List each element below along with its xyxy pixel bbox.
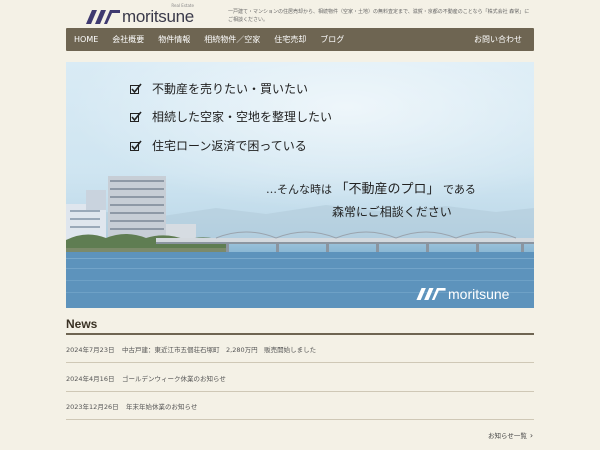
hero-tagline-highlight: 「不動産のプロ」 (335, 182, 440, 197)
hero-tagline-prefix: …そんな時は (266, 183, 332, 196)
nav-item-properties[interactable]: 物件情報 (151, 34, 197, 45)
checkbox-icon (130, 139, 142, 151)
nav-item-company[interactable]: 会社概要 (105, 34, 151, 45)
news-more-link[interactable]: お知らせ一覧 › (488, 430, 534, 441)
news-item[interactable]: 2024年4月16日 ゴールデンウィーク休業のお知らせ (66, 364, 534, 392)
hero-check-item-2: 相続した空家・空地を整理したい (130, 108, 332, 125)
logo-mark-icon (86, 10, 120, 24)
hero-check-text: 相続した空家・空地を整理したい (152, 110, 333, 124)
site-logo[interactable]: moritsune Real Estate (86, 3, 194, 26)
news-item[interactable]: 2023年12月26日 年末年始休業のお知らせ (66, 392, 534, 420)
logo-subtext: Real Estate (171, 3, 194, 8)
news-title[interactable]: 年末年始休業のお知らせ (126, 401, 197, 411)
nav-item-home-sale[interactable]: 住宅売却 (267, 34, 313, 45)
main-nav: HOME 会社概要 物件情報 相続物件／空家 住宅売却 ブログ お問い合わせ (66, 28, 534, 51)
news-date: 2024年7月23日 (66, 345, 115, 354)
checkbox-icon (130, 82, 142, 94)
hero-check-text: 住宅ローン返済で困っている (152, 139, 307, 153)
nav-item-inherited[interactable]: 相続物件／空家 (197, 34, 267, 45)
checkbox-icon (130, 110, 142, 122)
site-header: moritsune Real Estate 一戸建て・マンションの住居売却から、… (66, 3, 534, 28)
logo-text: moritsune (122, 7, 194, 26)
chevron-right-icon: › (529, 430, 534, 440)
news-more-label: お知らせ一覧 (488, 432, 527, 440)
hero-banner: 不動産を売りたい・買いたい 相続した空家・空地を整理したい 住宅ローン返済で困っ… (66, 62, 534, 308)
hero-tagline: …そんな時は 「不動産のプロ」 である (266, 178, 476, 197)
hero-tagline-suffix: である (443, 183, 476, 196)
news-heading: News (66, 317, 98, 331)
news-date: 2024年4月16日 (66, 374, 115, 383)
hero-check-item-3: 住宅ローン返済で困っている (130, 137, 307, 154)
nav-item-blog[interactable]: ブログ (313, 34, 351, 45)
news-title[interactable]: 中古戸建：東近江市五個荘石塚町 2,280万円 販売開始しました (122, 344, 316, 354)
news-date: 2023年12月26日 (66, 402, 119, 411)
news-item[interactable]: 2024年7月23日 中古戸建：東近江市五個荘石塚町 2,280万円 販売開始し… (66, 335, 534, 363)
nav-item-home[interactable]: HOME (66, 35, 105, 44)
hero-check-item-1: 不動産を売りたい・買いたい (130, 80, 308, 97)
hero-tagline-2: 森常にご相談ください (332, 205, 452, 219)
hero-logo-text: moritsune (448, 286, 510, 302)
nav-item-contact[interactable]: お問い合わせ (467, 34, 534, 45)
header-description: 一戸建て・マンションの住居売却から、相続物件（空家・土地）の無料査定まで、滋賀・… (228, 9, 530, 23)
hero-logo: moritsune (416, 286, 509, 302)
logo-mark-icon (416, 288, 446, 300)
hero-check-text: 不動産を売りたい・買いたい (152, 82, 309, 96)
news-title[interactable]: ゴールデンウィーク休業のお知らせ (122, 373, 226, 383)
